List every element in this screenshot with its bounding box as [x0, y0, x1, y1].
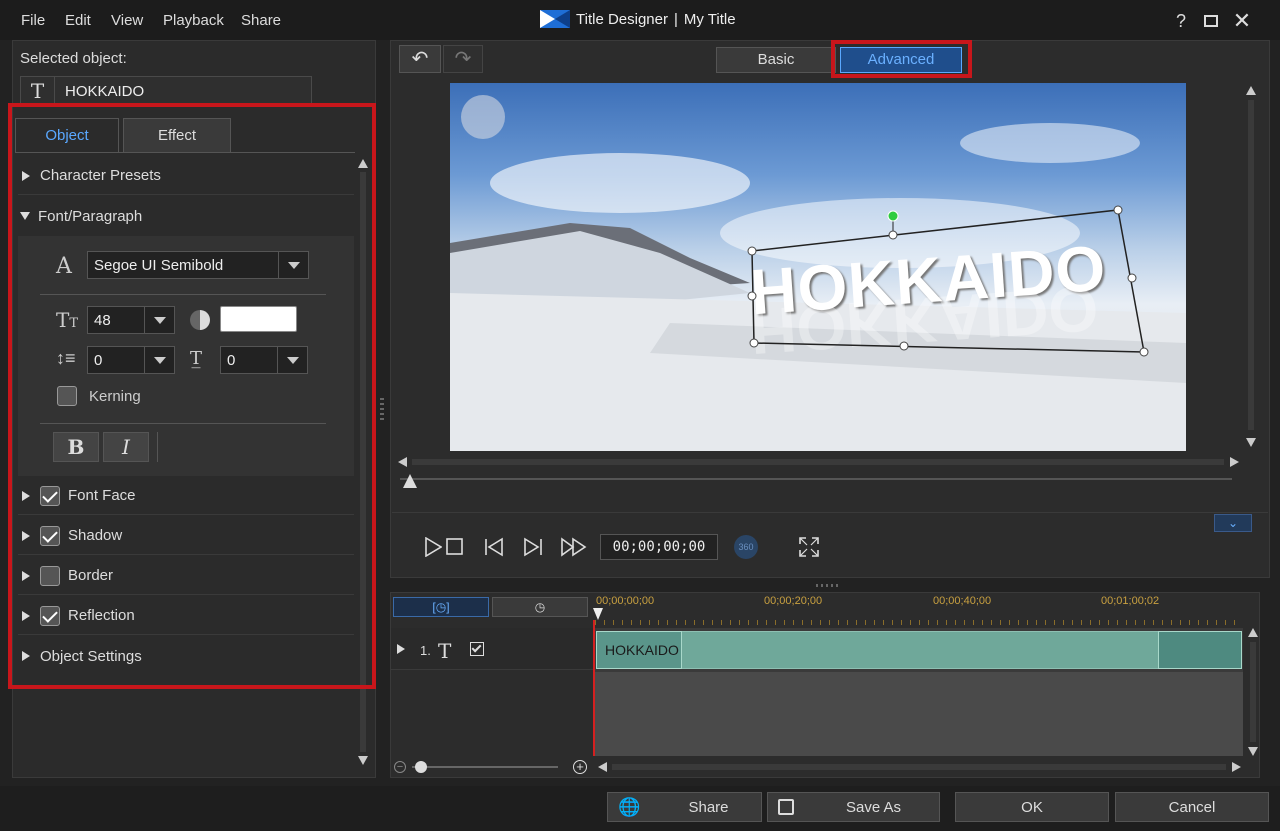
save-as-button[interactable]: Save As: [767, 792, 940, 822]
divider: [392, 512, 1268, 513]
panel-splitter[interactable]: [380, 398, 384, 422]
globe-icon: 🌐: [618, 796, 641, 817]
timeline-hscroll[interactable]: [612, 764, 1226, 770]
save-as-label: Save As: [845, 798, 902, 816]
ruler-label: 00;00;20;00: [764, 595, 823, 607]
timecode-display[interactable]: 00;00;00;00: [600, 534, 718, 560]
highlight-frame: [831, 40, 972, 78]
app-logo-icon: [540, 10, 570, 28]
next-frame-button[interactable]: [522, 537, 544, 557]
seek-track[interactable]: [400, 478, 1232, 480]
zoom-in-icon[interactable]: +: [573, 760, 587, 774]
timeline-mode-button[interactable]: [◷]: [393, 597, 489, 617]
menu-file[interactable]: File: [21, 12, 45, 29]
app-name: Title Designer: [576, 10, 668, 28]
scroll-down-icon[interactable]: [1246, 438, 1256, 447]
close-icon[interactable]: ✕: [1231, 10, 1253, 32]
scroll-right-icon[interactable]: [1230, 457, 1239, 467]
fast-forward-button[interactable]: [560, 537, 588, 557]
360-view-icon[interactable]: 360: [734, 535, 758, 559]
menu-playback[interactable]: Playback: [163, 12, 224, 29]
scroll-left-icon[interactable]: [598, 762, 607, 772]
playhead-icon[interactable]: [593, 608, 603, 620]
scroll-right-icon[interactable]: [1232, 762, 1241, 772]
selected-object-field[interactable]: T HOKKAIDO: [20, 76, 312, 106]
highlight-frame: [8, 103, 376, 689]
expand-panel-button[interactable]: ⌄: [1214, 514, 1252, 532]
play-button[interactable]: [408, 537, 442, 557]
preview-hscroll[interactable]: [412, 459, 1224, 465]
track-visible-checkbox[interactable]: [470, 642, 484, 656]
maximize-icon[interactable]: [1200, 10, 1222, 32]
time-mode-button[interactable]: ◷: [492, 597, 588, 617]
menu-view[interactable]: View: [111, 12, 143, 29]
redo-button[interactable]: ↷: [443, 45, 483, 73]
scroll-down-icon[interactable]: [358, 756, 368, 765]
empty-lane: [595, 672, 1243, 756]
undo-button[interactable]: ↶: [399, 45, 441, 73]
timeline-vscroll[interactable]: [1250, 642, 1256, 742]
seek-handle[interactable]: [403, 474, 417, 488]
ruler-label: 00;00;40;00: [933, 595, 992, 607]
ruler-label: 00;01;00;02: [1101, 595, 1160, 607]
clip-label: HOKKAIDO: [605, 642, 679, 658]
selected-object-value: HOKKAIDO: [65, 82, 145, 100]
menu-edit[interactable]: Edit: [65, 12, 91, 29]
scroll-up-icon[interactable]: [1246, 86, 1256, 95]
preview-vscroll[interactable]: [1248, 100, 1254, 430]
text-track-icon: T: [438, 639, 452, 663]
zoom-out-icon[interactable]: −: [394, 761, 406, 773]
previous-frame-button[interactable]: [483, 537, 505, 557]
help-icon[interactable]: ?: [1170, 10, 1192, 32]
zoom-slider[interactable]: [412, 766, 558, 768]
text-object-icon: T: [21, 77, 55, 105]
track-number: 1.: [420, 643, 431, 658]
selection-frame[interactable]: [450, 83, 1186, 451]
share-button[interactable]: 🌐 Share: [607, 792, 762, 822]
zoom-slider-handle[interactable]: [415, 761, 427, 773]
title-separator: |: [673, 10, 678, 28]
window-title: Title Designer | My Title: [540, 8, 736, 30]
panel-splitter[interactable]: [816, 584, 840, 587]
ruler-label: 00;00;00;00: [596, 595, 655, 607]
title-clip[interactable]: [596, 631, 1242, 669]
scroll-up-icon[interactable]: [1248, 628, 1258, 637]
ok-button[interactable]: OK: [955, 792, 1109, 822]
share-label: Share: [688, 798, 729, 816]
cancel-button[interactable]: Cancel: [1115, 792, 1269, 822]
ruler-ticks: [595, 620, 1243, 625]
scroll-down-icon[interactable]: [1248, 747, 1258, 756]
menu-share[interactable]: Share: [241, 12, 281, 29]
document-name: My Title: [683, 10, 736, 28]
fullscreen-icon[interactable]: [798, 536, 820, 558]
title-designer-window: File Edit View Playback Share Title Desi…: [0, 0, 1280, 831]
save-icon: [778, 799, 794, 815]
expand-track-icon[interactable]: [397, 644, 405, 654]
video-preview[interactable]: HOKKAIDO HOKKAIDO: [450, 83, 1186, 451]
clip-out-segment[interactable]: [1158, 631, 1242, 669]
basic-mode-button[interactable]: Basic: [716, 47, 836, 73]
selected-object-label: Selected object:: [20, 50, 127, 67]
scroll-left-icon[interactable]: [398, 457, 407, 467]
stop-button[interactable]: [446, 538, 464, 556]
